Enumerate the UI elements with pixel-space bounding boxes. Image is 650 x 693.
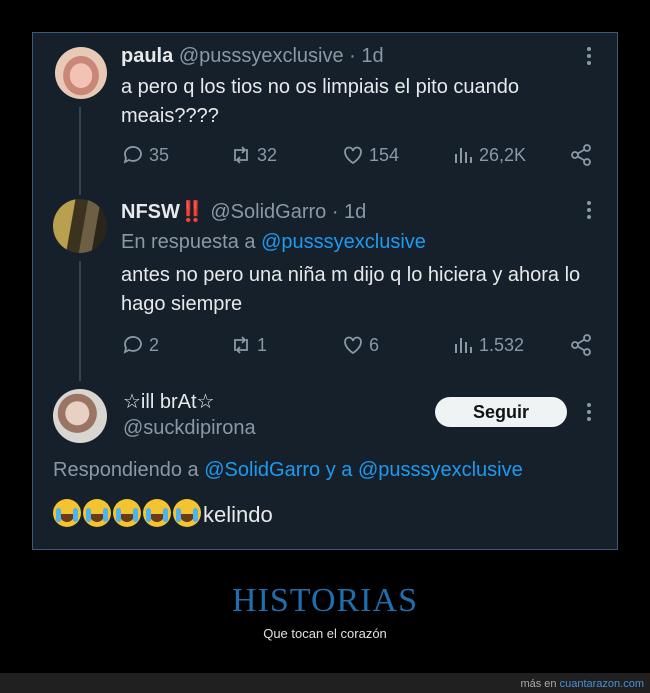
reply-to-link-1[interactable]: @SolidGarro (204, 459, 320, 481)
footer: más en cuantarazon.com (520, 678, 644, 690)
reply-count: 2 (149, 334, 160, 355)
share-button[interactable] (569, 143, 593, 167)
reply-icon (123, 336, 142, 354)
more-icon[interactable] (586, 47, 592, 69)
tweet-3-text: kelindo (203, 502, 273, 527)
tweet-3-handle-wrap: @suckdipirona (123, 417, 256, 440)
reply-icon (123, 146, 142, 164)
like-icon (344, 336, 362, 355)
like-button[interactable]: 6 (341, 333, 379, 357)
thread-line (79, 107, 81, 195)
views-icon (455, 338, 472, 353)
reply-join: y a (320, 459, 358, 481)
crying-emoji-icon (173, 499, 201, 527)
crying-emoji-icon (83, 499, 111, 527)
reply-prefix: En respuesta a (121, 231, 262, 253)
reply-button[interactable]: 35 (121, 143, 169, 167)
footer-prefix: más en (520, 678, 560, 690)
tweet-3-handle[interactable]: @suckdipirona (123, 417, 256, 439)
views-button[interactable]: 26,2K (451, 143, 526, 167)
tweet-2-header: NFSW‼️ @SolidGarro · 1d (121, 199, 366, 224)
tweet-2-name[interactable]: NFSW (121, 201, 180, 223)
reply-count: 35 (149, 144, 170, 165)
crying-emoji-icon (113, 499, 141, 527)
tweet-1-header: paula @pusssyexclusive · 1d (121, 45, 384, 68)
retweet-button[interactable]: 1 (229, 333, 267, 357)
retweet-icon (234, 146, 248, 164)
retweet-count: 32 (257, 144, 278, 165)
tweet-1-handle[interactable]: @pusssyexclusive · 1d (179, 45, 384, 67)
tweet-2-actions: 2 1 6 1.532 (121, 333, 591, 357)
footer-site-link[interactable]: cuantarazon.com (560, 678, 644, 690)
tweet-2-text: antes no pero una niña m dijo q lo hicie… (121, 264, 581, 315)
crying-emoji-icon (53, 499, 81, 527)
views-icon (455, 148, 472, 163)
tweet-1-actions: 35 32 154 26,2K (121, 143, 591, 167)
thread-line (79, 261, 81, 381)
avatar-paula[interactable] (55, 47, 107, 99)
views-count: 26,2K (479, 144, 527, 165)
retweet-icon (234, 336, 248, 354)
tweet-2-handle[interactable]: @SolidGarro · 1d (210, 201, 366, 223)
more-icon[interactable] (586, 201, 592, 223)
share-button[interactable] (569, 333, 593, 357)
tweet-1-text: a pero q los tios no os limpiais el pito… (121, 76, 520, 127)
tweet-3-text-wrap: kelindo (53, 499, 273, 529)
reply-button[interactable]: 2 (121, 333, 159, 357)
reply-prefix: Respondiendo a (53, 459, 205, 481)
tweet-3-name[interactable]: ☆ill brAt☆ (123, 389, 214, 414)
meme-headline: HISTORIAS (232, 582, 418, 619)
avatar-illbrat[interactable] (53, 389, 107, 443)
views-button[interactable]: 1.532 (451, 333, 524, 357)
tweet-2-reply-context: En respuesta a @pusssyexclusive (121, 231, 426, 254)
like-count: 154 (369, 144, 400, 165)
crying-emoji-icon (143, 499, 171, 527)
like-count: 6 (369, 334, 380, 355)
tweet-3-reply-context: Respondiendo a @SolidGarro y a @pusssyex… (53, 459, 523, 482)
more-icon[interactable] (586, 403, 592, 425)
share-icon (571, 334, 591, 356)
reply-to-link[interactable]: @pusssyexclusive (261, 231, 426, 253)
avatar-nfsw[interactable] (53, 199, 107, 253)
screenshot-frame: paula @pusssyexclusive · 1d a pero q los… (32, 32, 618, 550)
like-icon (344, 146, 362, 165)
reply-to-link-2[interactable]: @pusssyexclusive (358, 459, 523, 481)
meme-subline: Que tocan el corazón (263, 626, 387, 641)
share-icon (571, 144, 591, 166)
like-button[interactable]: 154 (341, 143, 399, 167)
retweet-count: 1 (257, 334, 268, 355)
retweet-button[interactable]: 32 (229, 143, 277, 167)
double-exclamation-icon: ‼️ (179, 201, 205, 223)
views-count: 1.532 (479, 334, 525, 355)
tweet-1-name[interactable]: paula (121, 45, 173, 67)
follow-button[interactable]: Seguir (435, 397, 567, 427)
